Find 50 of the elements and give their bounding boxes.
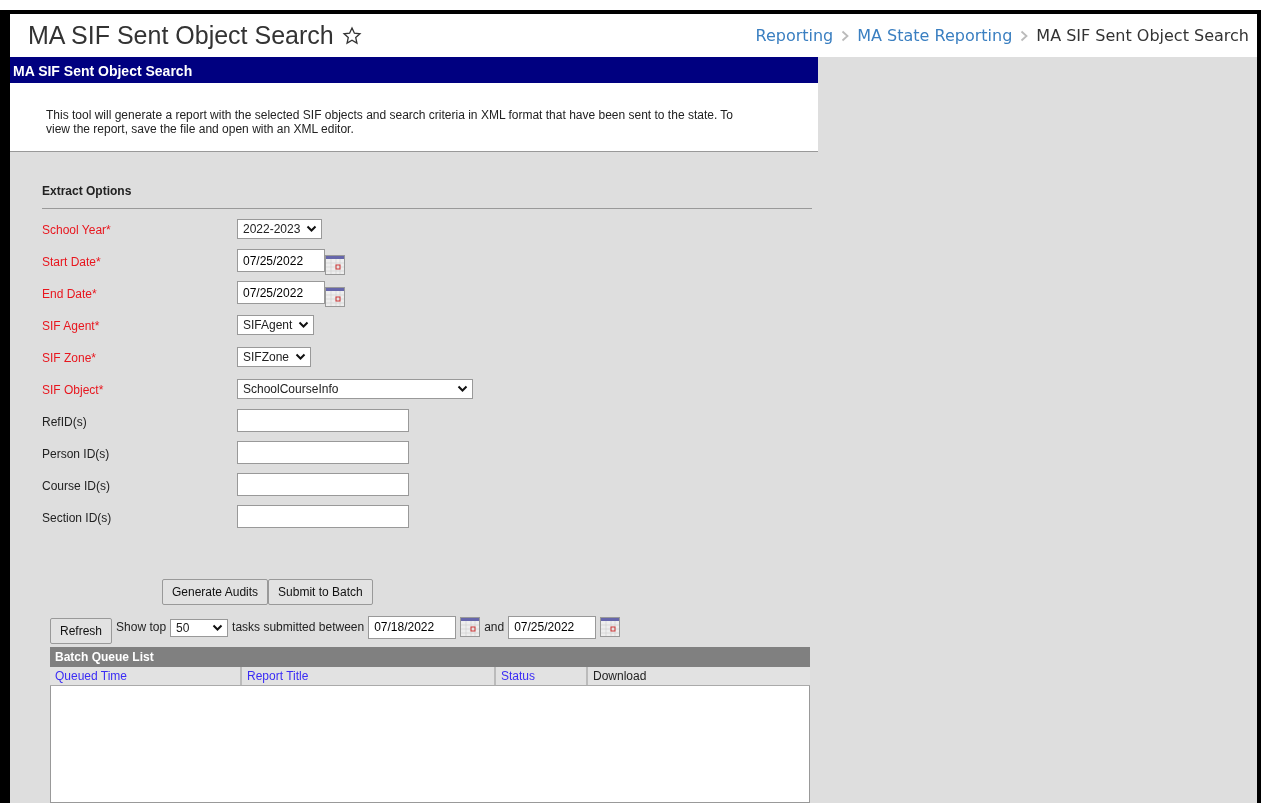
chevron-icon bbox=[295, 353, 307, 361]
date-field[interactable]: 07/25/2022 bbox=[508, 615, 597, 639]
column-header: Download bbox=[592, 668, 648, 685]
filter-label: and bbox=[484, 619, 505, 636]
chevron-icon bbox=[298, 321, 310, 329]
panel-title: MA SIF Sent Object Search bbox=[10, 57, 818, 84]
breadcrumb-current: MA SIF Sent Object Search bbox=[1036, 24, 1249, 47]
section-heading: Extract Options bbox=[42, 182, 812, 209]
text-field[interactable] bbox=[237, 505, 409, 528]
dropdown[interactable]: SIFAgent bbox=[237, 315, 315, 335]
text-field[interactable] bbox=[237, 473, 409, 496]
date-field[interactable]: 07/25/2022 bbox=[237, 281, 325, 304]
text-field[interactable] bbox=[237, 441, 409, 464]
refresh-button[interactable]: Refresh bbox=[50, 618, 113, 644]
date-field[interactable]: 07/25/2022 bbox=[237, 249, 325, 272]
field-label: SIF Agent* bbox=[42, 319, 100, 333]
filter-label: Show top bbox=[116, 619, 167, 636]
chevron-icon bbox=[457, 385, 468, 393]
star-icon[interactable] bbox=[341, 25, 362, 46]
dropdown[interactable]: SIFZone bbox=[237, 347, 312, 367]
field-label: Course ID(s) bbox=[42, 479, 110, 493]
action-button[interactable]: Generate Audits bbox=[162, 579, 269, 605]
calendar-icon[interactable] bbox=[325, 255, 345, 275]
table-title: Batch Queue List bbox=[50, 647, 810, 667]
date-field[interactable]: 07/18/2022 bbox=[368, 615, 457, 639]
chevron-icon bbox=[212, 624, 224, 632]
breadcrumb-link[interactable]: Reporting bbox=[755, 23, 834, 48]
field-label: Person ID(s) bbox=[42, 447, 110, 461]
dropdown[interactable]: 50 bbox=[170, 619, 229, 637]
calendar-icon[interactable] bbox=[600, 617, 621, 637]
filter-label: tasks submitted between bbox=[232, 619, 365, 636]
field-label: End Date* bbox=[42, 287, 97, 301]
chevron-icon bbox=[306, 225, 318, 233]
calendar-icon[interactable] bbox=[460, 617, 481, 637]
calendar-icon[interactable] bbox=[325, 287, 345, 307]
field-label: SIF Object* bbox=[42, 383, 104, 397]
description-text: This tool will generate a report with the selected SIF objects and search criteria in XML format that have been sent to the state. To view the report, save the file and open with an XML editor. bbox=[46, 109, 735, 137]
dropdown[interactable]: 2022-2023 bbox=[237, 219, 323, 239]
chevron-right-icon bbox=[841, 29, 850, 42]
field-label: Start Date* bbox=[42, 255, 101, 269]
field-label: Section ID(s) bbox=[42, 511, 112, 525]
action-button[interactable]: Submit to Batch bbox=[268, 579, 373, 605]
text-field[interactable] bbox=[237, 409, 409, 432]
page-title: MA SIF Sent Object Search bbox=[28, 19, 334, 51]
breadcrumb-link[interactable]: MA State Reporting bbox=[857, 23, 1013, 48]
dropdown[interactable]: SchoolCourseInfo bbox=[237, 379, 473, 399]
field-label: School Year* bbox=[42, 223, 111, 237]
field-label: SIF Zone* bbox=[42, 351, 97, 365]
chevron-right-icon bbox=[1020, 29, 1029, 42]
field-label: RefID(s) bbox=[42, 415, 87, 429]
